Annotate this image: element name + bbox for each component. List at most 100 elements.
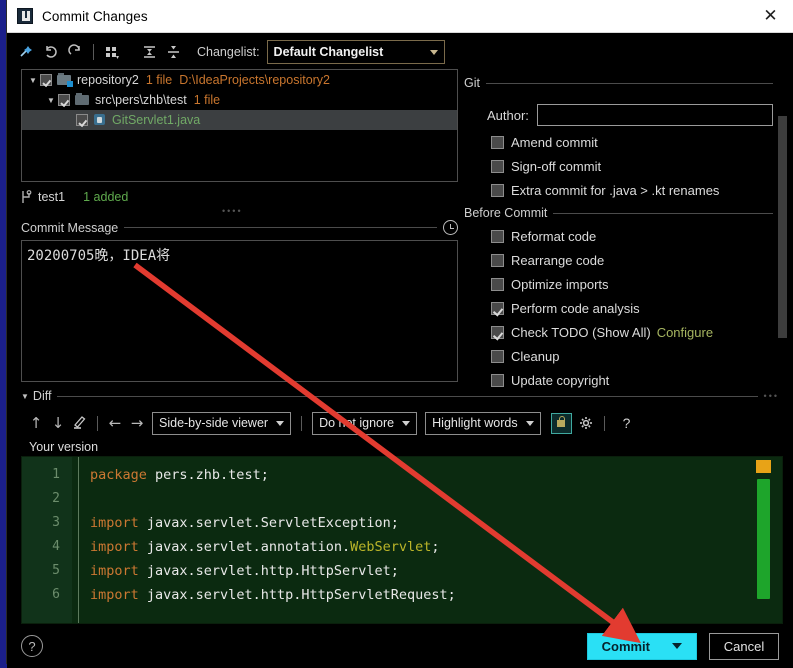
intellij-idea-icon xyxy=(17,8,33,24)
line-number: 1 xyxy=(52,467,60,482)
checkbox[interactable] xyxy=(491,374,504,387)
accept-left-icon[interactable]: ← xyxy=(104,412,126,434)
changelist-label: Changelist: xyxy=(197,45,260,59)
line-number: 5 xyxy=(52,563,60,578)
git-option-2[interactable]: Extra commit for .java > .kt renames xyxy=(464,183,773,198)
commit-button[interactable]: Commit xyxy=(586,632,697,660)
before-commit-option-2[interactable]: Optimize imports xyxy=(464,277,773,292)
before-commit-group: Before Commit Reformat code Rearrange cod… xyxy=(459,206,793,388)
collapse-all-icon[interactable] xyxy=(161,41,185,63)
gear-icon[interactable] xyxy=(576,412,598,434)
refresh-icon[interactable] xyxy=(63,41,87,63)
lock-icon[interactable] xyxy=(550,412,572,434)
changed-files-tree[interactable]: ▼ repository2 1 file D:\IdeaProjects\reposi… xyxy=(21,69,458,182)
line-number: 2 xyxy=(52,491,60,506)
git-option-0[interactable]: Amend commit xyxy=(464,135,773,150)
code-token: javax.servlet.http.HttpServletRequest; xyxy=(138,587,456,603)
dialog-titlebar: Commit Changes ✕ xyxy=(7,0,793,33)
chevron-down-icon xyxy=(276,420,285,426)
diff-header[interactable]: ▼ Diff ••• xyxy=(21,388,779,404)
checkbox-label: Reformat code xyxy=(511,229,597,244)
code-line: import javax.servlet.annotation.WebServl… xyxy=(90,535,742,559)
checkbox[interactable] xyxy=(491,278,504,291)
chevron-down-icon xyxy=(429,49,438,55)
author-field[interactable] xyxy=(536,104,773,126)
before-commit-header: Before Commit xyxy=(464,206,773,220)
expand-all-icon[interactable] xyxy=(137,41,161,63)
checkbox[interactable] xyxy=(491,184,504,197)
file-checkbox[interactable] xyxy=(58,94,70,106)
edit-source-icon[interactable] xyxy=(69,412,91,434)
chevron-down-icon xyxy=(525,420,534,426)
checkbox[interactable] xyxy=(491,136,504,149)
code-line: package pers.zhb.test; xyxy=(90,463,742,487)
code-line: import javax.servlet.http.HttpServletReq… xyxy=(90,583,742,607)
options-scrollbar[interactable] xyxy=(778,116,787,416)
clock-history-icon[interactable] xyxy=(443,220,458,235)
line-number: 4 xyxy=(52,539,60,554)
help-icon[interactable]: ? xyxy=(21,635,43,657)
code-token: javax.servlet.http.HttpServlet; xyxy=(138,563,399,579)
right-column: Git Author: Amend commit Sign-off commit E… xyxy=(459,68,793,388)
toolbar-separator xyxy=(93,44,94,60)
toolbar-separator xyxy=(301,415,303,431)
accept-right-icon[interactable]: → xyxy=(126,412,148,434)
revert-icon[interactable] xyxy=(39,41,63,63)
file-checkbox[interactable] xyxy=(40,74,52,86)
diff-help-label[interactable]: ? xyxy=(623,415,631,431)
splitter-handle[interactable]: •••• xyxy=(222,208,248,214)
table-row[interactable]: ▼ src\pers\zhb\test 1 file xyxy=(22,90,457,110)
table-row[interactable]: ▼ repository2 1 file D:\IdeaProjects\reposi… xyxy=(22,70,457,90)
checkbox[interactable] xyxy=(491,160,504,173)
code-warning-marker[interactable] xyxy=(756,460,771,473)
before-commit-option-4[interactable]: Check TODO (Show All) Configure xyxy=(464,325,773,340)
chevron-down-icon[interactable] xyxy=(672,643,682,649)
divider xyxy=(57,395,758,397)
code-token: javax.servlet.ServletException; xyxy=(138,515,399,531)
file-checkbox[interactable] xyxy=(76,114,88,126)
before-commit-option-3[interactable]: Perform code analysis xyxy=(464,301,773,316)
checkbox[interactable] xyxy=(491,302,504,315)
close-icon[interactable]: ✕ xyxy=(748,0,793,33)
java-file-icon xyxy=(93,113,107,127)
code-scrollbar-thumb[interactable] xyxy=(757,479,770,599)
configure-link[interactable]: Configure xyxy=(657,325,713,340)
before-commit-option-6[interactable]: Update copyright xyxy=(464,373,773,388)
chevron-down-icon[interactable]: ▼ xyxy=(26,76,40,85)
group-by-icon[interactable] xyxy=(100,41,124,63)
changelist-dropdown[interactable]: Default Changelist xyxy=(266,40,445,64)
highlight-mode-dropdown[interactable]: Highlight words xyxy=(425,411,541,435)
before-commit-option-0[interactable]: Reformat code xyxy=(464,229,773,244)
before-commit-option-1[interactable]: Rearrange code xyxy=(464,253,773,268)
diff-code-editor[interactable]: 1 2 3 4 5 6 package pers.zhb.test; import java… xyxy=(21,456,783,624)
checkbox[interactable] xyxy=(491,254,504,267)
line-number: 6 xyxy=(52,587,60,602)
whitespace-mode-value: Do not ignore xyxy=(319,416,395,430)
commit-message-value: 20200705晚，IDEA将 xyxy=(27,248,171,264)
checkbox-label: Sign-off commit xyxy=(511,159,602,174)
folder-modified-icon xyxy=(57,73,73,87)
commit-message-input[interactable]: 20200705晚，IDEA将 xyxy=(21,240,458,382)
scrollbar-thumb[interactable] xyxy=(778,116,787,338)
table-row[interactable]: GitServlet1.java xyxy=(22,110,457,130)
code-token: import xyxy=(90,539,139,555)
viewer-mode-dropdown[interactable]: Side-by-side viewer xyxy=(152,411,292,435)
dialog-footer: ? Commit Cancel xyxy=(7,624,793,668)
show-diff-icon[interactable] xyxy=(15,41,39,63)
checkbox[interactable] xyxy=(491,326,504,339)
cancel-button[interactable]: Cancel xyxy=(709,632,779,660)
previous-difference-icon[interactable]: ↑ xyxy=(25,412,47,434)
main-split: ▼ repository2 1 file D:\IdeaProjects\reposi… xyxy=(7,68,793,388)
git-option-1[interactable]: Sign-off commit xyxy=(464,159,773,174)
checkbox-label: Perform code analysis xyxy=(511,301,640,316)
splitter-dots[interactable]: ••• xyxy=(764,391,779,401)
checkbox[interactable] xyxy=(491,230,504,243)
line-number: 3 xyxy=(52,515,60,530)
whitespace-mode-dropdown[interactable]: Do not ignore xyxy=(312,411,418,435)
checkbox[interactable] xyxy=(491,350,504,363)
chevron-down-icon[interactable]: ▼ xyxy=(44,96,58,105)
before-commit-label: Before Commit xyxy=(464,206,548,220)
chevron-down-icon[interactable]: ▼ xyxy=(21,392,29,401)
next-difference-icon[interactable]: ↓ xyxy=(47,412,69,434)
before-commit-option-5[interactable]: Cleanup xyxy=(464,349,773,364)
